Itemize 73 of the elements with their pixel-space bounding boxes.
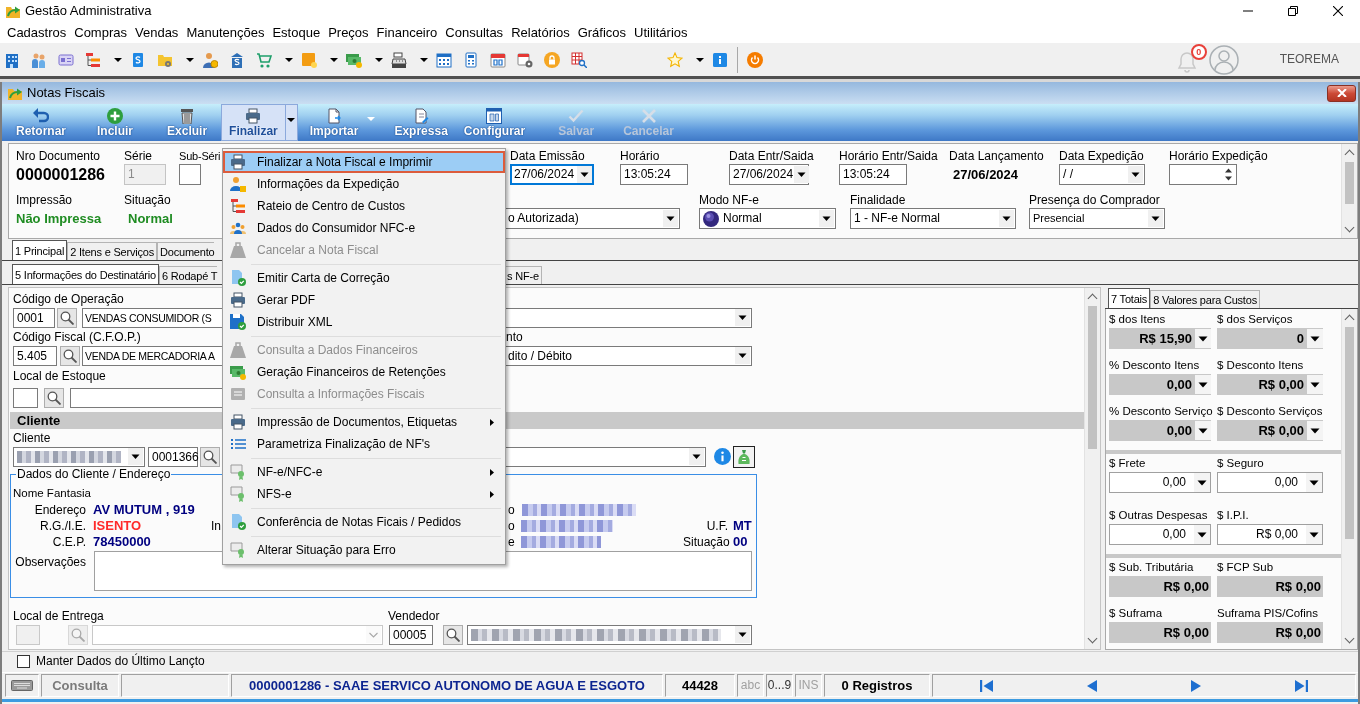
- status-document: 0000001286 - SAAE SERVICO AUTONOMO DE AGUA E ESGOTO: [231, 674, 663, 697]
- field-label: Data Expedição: [1059, 148, 1144, 164]
- field-label: $ Seguro: [1217, 456, 1265, 471]
- status-indicator: 0...9: [766, 674, 793, 697]
- field-label: Cliente: [13, 430, 51, 446]
- field-label: Nome Fantasia: [13, 486, 91, 500]
- field-label: $ I.P.I.: [1217, 508, 1250, 523]
- field-label: $ dos Itens: [1109, 312, 1167, 327]
- field-label: % Desconto Serviço: [1109, 404, 1214, 419]
- field-label: % Desconto Itens: [1109, 358, 1201, 373]
- field-label: Código Fiscal (C.F.O.P.): [13, 329, 141, 345]
- group-title: Dados do Cliente / Endereço: [16, 467, 172, 481]
- field-label: Impressão: [16, 192, 73, 208]
- field-label: U.F.: [705, 518, 728, 534]
- checkbox-label: Manter Dados do Último Lançto: [36, 654, 205, 669]
- field-label: Horário: [620, 148, 660, 164]
- record-count: 0 Registros: [824, 674, 930, 697]
- field-label: $ FCP Sub: [1217, 560, 1275, 575]
- date-text: 27/06/2024: [952, 166, 1019, 184]
- status-indicator: abc: [737, 674, 764, 697]
- field-label: Endereço: [33, 502, 86, 518]
- value-field: R$ 0,00: [1217, 622, 1323, 643]
- field-label: $ dos Serviços: [1217, 312, 1294, 327]
- field-label: Código de Operação: [13, 291, 124, 307]
- window-title: Notas Fiscais: [27, 85, 106, 101]
- field-value: ISENTO: [93, 518, 143, 534]
- field-label: Data Emissão: [510, 148, 585, 164]
- field-label: Data Lançamento: [949, 148, 1044, 164]
- status-code: 44428: [665, 674, 735, 697]
- value-field: R$ 0,00: [1217, 576, 1323, 597]
- status-text: Normal: [127, 210, 173, 228]
- field-label: o: [508, 502, 516, 518]
- field-label: $ Suframa: [1109, 606, 1164, 621]
- notification-badge: 0: [1190, 43, 1207, 60]
- status-mode: Consulta: [41, 674, 119, 697]
- document-number: 0000001286: [16, 165, 105, 185]
- field-label: Finalidade: [850, 192, 906, 208]
- field-label: $ Frete: [1109, 456, 1147, 471]
- field-label: $ Outras Despesas: [1109, 508, 1209, 523]
- field-label: Situação: [683, 534, 728, 550]
- field-label: Observações: [14, 554, 86, 571]
- field-label: Horário Expedição: [1169, 148, 1268, 164]
- value-field: R$ 0,00: [1109, 576, 1211, 597]
- field-label: R.G./I.E.: [39, 518, 86, 534]
- app-title: Gestão Administrativa: [25, 3, 152, 19]
- status-indicator: INS: [795, 674, 822, 697]
- field-label: o: [508, 518, 516, 534]
- field-label: Data Entr/Saida: [729, 148, 814, 164]
- field-label: Horário Entr/Saida: [839, 148, 938, 164]
- field-value: MT: [733, 518, 752, 534]
- field-label: $ Desconto Serviços: [1217, 404, 1324, 419]
- field-label: Local de Estoque: [13, 368, 106, 384]
- status-text: Não Impressa: [16, 210, 102, 228]
- field-label: C.E.P.: [51, 534, 86, 550]
- field-label: $ Desconto Itens: [1217, 358, 1305, 373]
- field-label: Sub-Séri: [179, 149, 221, 164]
- field-label: $ Sub. Tributária: [1109, 560, 1195, 575]
- field-label: Local de Entrega: [13, 608, 104, 624]
- field-label: Situação: [124, 192, 171, 208]
- field-label: Presença do Comprador: [1029, 192, 1160, 208]
- field-value: 00: [733, 534, 748, 550]
- value-field: R$ 0,00: [1109, 622, 1211, 643]
- user-name: TEOREMA: [1279, 52, 1339, 67]
- field-label: Modo NF-e: [699, 192, 760, 208]
- field-value: 78450000: [93, 534, 152, 550]
- field-label: Vendedor: [388, 608, 440, 624]
- field-label: In: [211, 518, 221, 534]
- field-label: nto: [506, 329, 523, 345]
- field-label: Suframa PIS/Cofins: [1217, 606, 1319, 621]
- field-label: Série: [124, 148, 152, 164]
- field-value: AV MUTUM , 919: [93, 502, 196, 518]
- field-label: e: [508, 534, 516, 550]
- field-label: Nro Documento: [16, 148, 101, 164]
